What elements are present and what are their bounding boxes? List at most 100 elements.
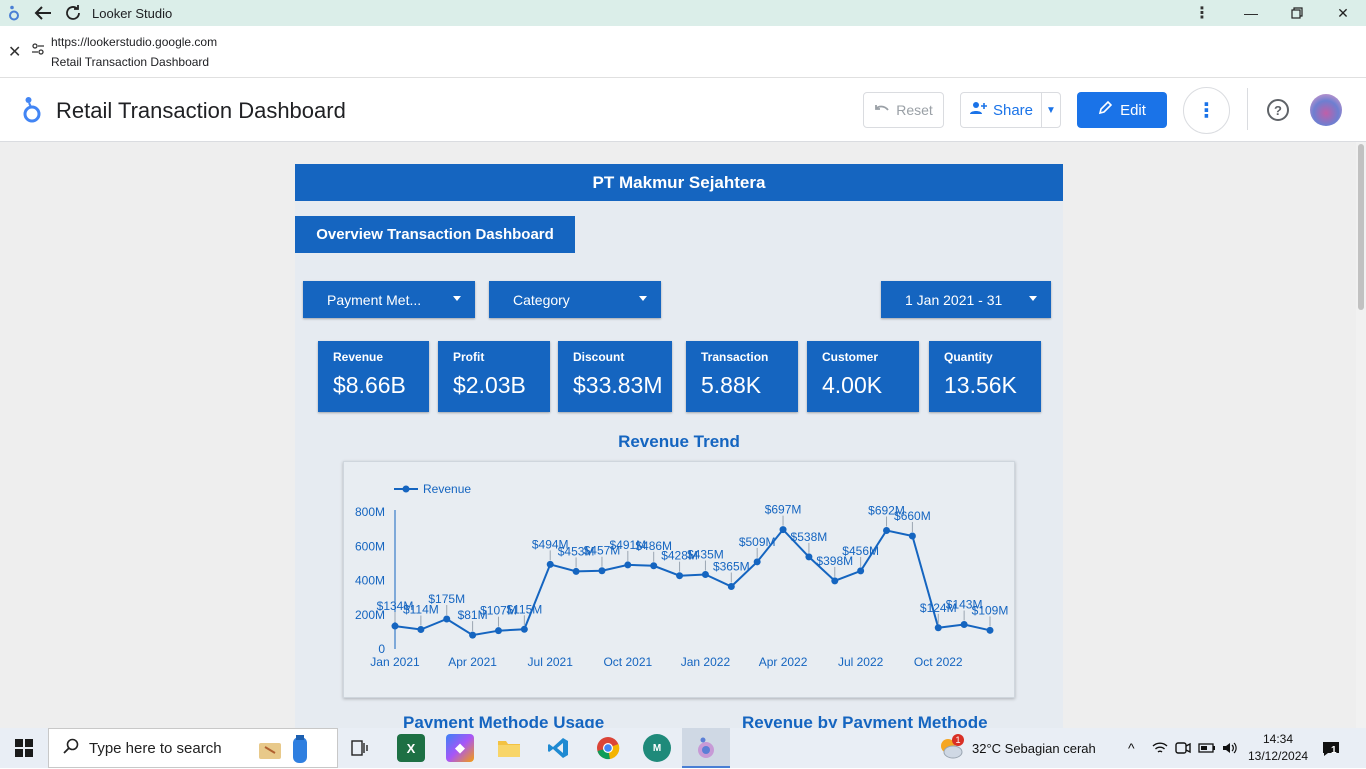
date-range-filter[interactable]: 1 Jan 2021 - 31 <box>881 281 1051 318</box>
share-button[interactable]: Share <box>960 92 1042 128</box>
kpi-card-customer[interactable]: Customer 4.00K <box>807 341 919 412</box>
vscode-icon[interactable] <box>544 734 572 762</box>
kpi-value: $2.03B <box>453 372 526 398</box>
site-settings-icon[interactable] <box>31 42 45 59</box>
data-point <box>546 560 554 568</box>
restore-icon[interactable] <box>1274 0 1320 26</box>
scrollbar-thumb[interactable] <box>1358 144 1364 310</box>
excel-icon[interactable]: X <box>397 734 425 762</box>
battery-icon[interactable] <box>1198 728 1216 768</box>
clock-time: 14:34 <box>1262 732 1294 746</box>
kpi-value: 4.00K <box>822 372 883 398</box>
weather-badge: 1 <box>952 734 964 746</box>
payment-method-filter[interactable]: Payment Met... <box>303 281 475 318</box>
vertical-scrollbar[interactable] <box>1356 142 1366 728</box>
edit-button[interactable]: Edit <box>1077 92 1167 128</box>
legend-marker <box>402 485 410 493</box>
task-view-icon[interactable] <box>346 734 374 762</box>
show-hidden-icons[interactable]: ^ <box>1128 728 1135 768</box>
back-icon[interactable] <box>28 0 58 26</box>
kpi-label: Revenue <box>333 350 384 364</box>
copilot-icon[interactable]: ◆ <box>446 734 474 762</box>
app-header: Retail Transaction Dashboard Reset Share… <box>0 78 1366 142</box>
windows-start-icon[interactable] <box>0 728 48 768</box>
kpi-value: $33.83M <box>573 372 663 398</box>
kpi-card-transaction[interactable]: Transaction 5.88K <box>686 341 798 412</box>
data-point <box>908 532 916 540</box>
help-icon[interactable]: ? <box>1267 99 1289 121</box>
browser-menu-icon[interactable]: ⋮ <box>1190 0 1214 26</box>
data-label: $175M <box>428 592 465 606</box>
weather-widget[interactable]: 1 32°C Sebagian cerah <box>938 728 1096 768</box>
category-filter[interactable]: Category <box>489 281 661 318</box>
dropdown-caret-icon <box>639 296 647 301</box>
data-point <box>494 627 502 635</box>
kpi-card-discount[interactable]: Discount $33.83M <box>558 341 672 412</box>
data-label: $456M <box>842 544 879 558</box>
add-person-icon <box>969 101 987 119</box>
meet-now-icon[interactable] <box>1175 728 1191 768</box>
data-point <box>934 624 942 632</box>
notification-icon[interactable]: 1 <box>1322 728 1344 768</box>
close-window-icon[interactable]: ✕ <box>1320 0 1366 26</box>
close-icon[interactable]: ✕ <box>8 42 21 62</box>
data-label: $509M <box>739 535 776 549</box>
kpi-label: Profit <box>453 350 485 364</box>
minimize-icon[interactable]: — <box>1228 0 1274 26</box>
edit-label: Edit <box>1120 101 1146 119</box>
search-icon <box>63 738 79 758</box>
x-tick-label: Jul 2021 <box>528 655 574 669</box>
category-filter-label: Category <box>513 291 570 308</box>
url-text[interactable]: https://lookerstudio.google.com <box>51 35 217 49</box>
avatar[interactable] <box>1310 94 1342 126</box>
payment-filter-label: Payment Met... <box>327 291 422 308</box>
kpi-card-revenue[interactable]: Revenue $8.66B <box>318 341 429 412</box>
kpi-label: Transaction <box>701 350 769 364</box>
system-clock[interactable]: 14:34 13/12/2024 <box>1248 731 1308 765</box>
dropdown-caret-icon <box>1029 296 1037 301</box>
reset-label: Reset <box>896 102 933 118</box>
data-point <box>883 526 891 534</box>
header-divider <box>1247 88 1248 130</box>
search-placeholder: Type here to search <box>89 739 222 757</box>
data-point <box>624 561 632 569</box>
looker-app-icon <box>0 0 28 26</box>
y-tick-label: 600M <box>355 539 385 553</box>
revenue-trend-chart[interactable]: 0 200M 400M 600M 800M Jan 2021 Apr 2021 Jul 202… <box>343 461 1015 698</box>
data-point <box>831 577 839 585</box>
looker-taskbar-icon[interactable] <box>692 734 720 762</box>
looker-studio-logo-icon[interactable] <box>20 96 44 124</box>
data-label: $115M <box>506 602 542 616</box>
data-point <box>598 567 606 575</box>
dropdown-caret-icon <box>453 296 461 301</box>
mymoney-icon[interactable]: M <box>643 734 671 762</box>
volume-icon[interactable] <box>1222 728 1238 768</box>
more-options-icon[interactable]: ⋮ <box>1183 87 1230 134</box>
reset-button[interactable]: Reset <box>863 92 944 128</box>
data-point <box>857 567 865 575</box>
share-dropdown-icon[interactable]: ▼ <box>1041 92 1061 128</box>
data-label: $660M <box>894 509 931 523</box>
data-point <box>779 526 787 534</box>
y-tick-label: 400M <box>355 574 385 588</box>
kpi-card-quantity[interactable]: Quantity 13.56K <box>929 341 1041 412</box>
kpi-label: Customer <box>822 350 879 364</box>
wifi-icon[interactable] <box>1152 728 1168 768</box>
data-point <box>753 558 761 566</box>
reload-icon[interactable] <box>58 0 88 26</box>
kpi-card-profit[interactable]: Profit $2.03B <box>438 341 550 412</box>
x-tick-label: Oct 2022 <box>914 655 963 669</box>
data-point <box>572 567 580 575</box>
folder-icon[interactable] <box>495 734 523 762</box>
kpi-value: 13.56K <box>944 372 1017 398</box>
data-point <box>520 625 528 633</box>
report-page: PT Makmur Sejahtera Overview Transaction… <box>295 164 1063 728</box>
x-tick-label: Oct 2021 <box>603 655 652 669</box>
revenue-trend-svg: 0200M400M600M800MJan 2021 Apr 2021 Jul 202… <box>355 482 1008 669</box>
window-title: Looker Studio <box>92 5 173 21</box>
kpi-value: $8.66B <box>333 372 406 398</box>
data-point <box>650 562 658 570</box>
report-title[interactable]: Retail Transaction Dashboard <box>56 98 346 124</box>
taskbar-search[interactable]: Type here to search <box>48 728 338 768</box>
chrome-icon[interactable] <box>594 734 622 762</box>
